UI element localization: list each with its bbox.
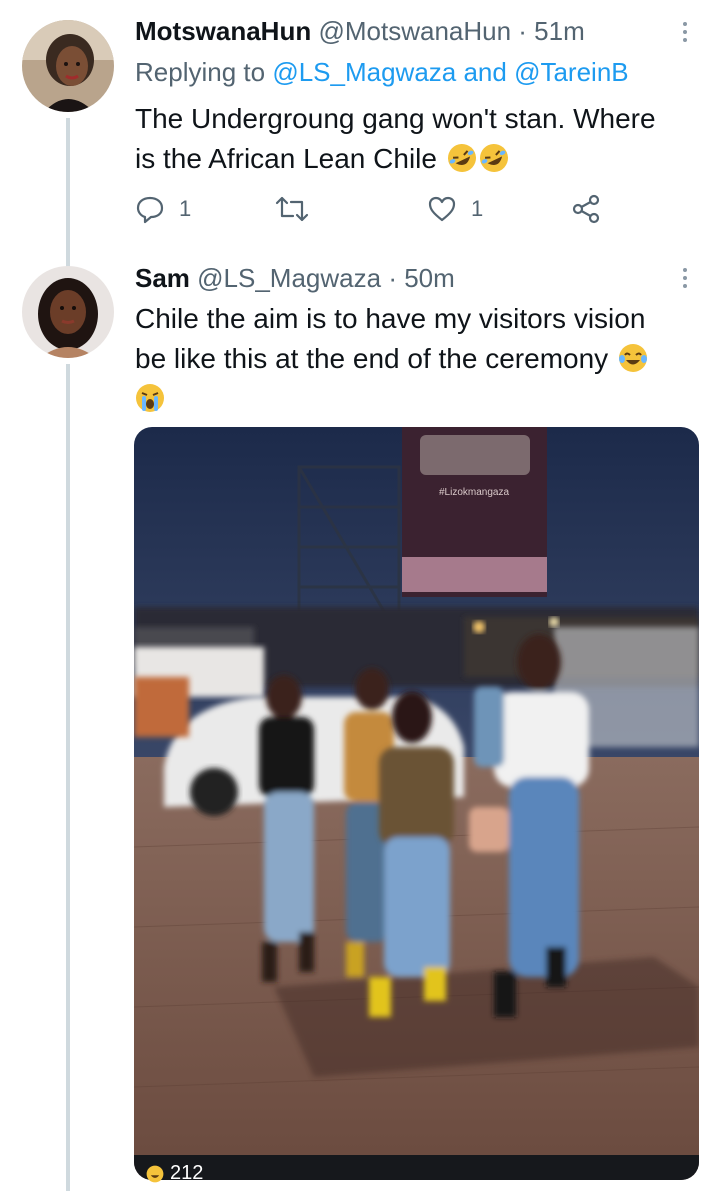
tweet-header: Sam @LS_Magwaza · 50m [135,263,455,293]
reply-count: 1 [179,196,192,221]
tweet-time[interactable]: · 51m [518,16,584,46]
share-button[interactable] [571,194,601,224]
thread-line [66,364,70,1191]
avatar[interactable] [22,266,114,358]
replying-mentions[interactable]: @LS_Magwaza and @TareinB [272,57,628,87]
rofl-emoji [479,143,509,173]
more-options-icon[interactable] [680,22,690,42]
joy-emoji [146,1165,164,1183]
retweet-icon [275,196,309,222]
tweet-text-line: is the African Lean Chile [135,143,437,174]
display-name[interactable]: MotswanaHun [135,16,311,46]
rofl-emoji [447,143,477,173]
tweet-text-line-2: is the African Lean Chile [135,139,656,179]
retweet-button[interactable] [275,194,323,224]
tweet-text-line: Chile the aim is to have my visitors vis… [135,303,646,334]
user-handle[interactable]: @LS_Magwaza [197,263,381,293]
replying-prefix: Replying to [135,57,266,87]
share-icon [572,194,600,224]
media-sign-text: #Lizokmangaza [439,487,509,498]
tweet-text-line: be like this at the end of the ceremony [135,343,609,374]
tweet-text-line-2: be like this at the end of the ceremony [135,339,648,379]
tweet-text: Chile the aim is to have my visitors vis… [135,299,648,419]
tweet-time[interactable]: · 50m [388,263,454,293]
replying-to: Replying to @LS_Magwaza and @TareinB [135,56,629,88]
tweet-text: The Undergroung gang won't stan. Where i… [135,99,656,179]
reply-icon [136,196,164,224]
loudly-crying-emoji [135,383,165,413]
more-options-icon[interactable] [680,268,690,288]
joy-emoji [618,343,648,373]
avatar[interactable] [22,20,114,112]
tweet-actions: 1 1 [135,194,615,228]
media-counter: 212 [146,1162,203,1185]
tweet-text-line: The Undergroung gang won't stan. Where [135,103,656,134]
like-count: 1 [471,196,484,221]
heart-icon [428,196,456,222]
reply-button[interactable]: 1 [135,194,191,224]
display-name[interactable]: Sam [135,263,190,293]
user-handle[interactable]: @MotswanaHun [318,16,511,46]
tweet-header: MotswanaHun @MotswanaHun · 51m [135,16,585,46]
tweet-text-line-3 [135,379,648,419]
thread-line [66,118,70,268]
like-button[interactable]: 1 [427,194,483,224]
tweet-media-image[interactable]: #Lizokmangaza [134,427,699,1180]
media-counter-value: 212 [170,1162,204,1184]
